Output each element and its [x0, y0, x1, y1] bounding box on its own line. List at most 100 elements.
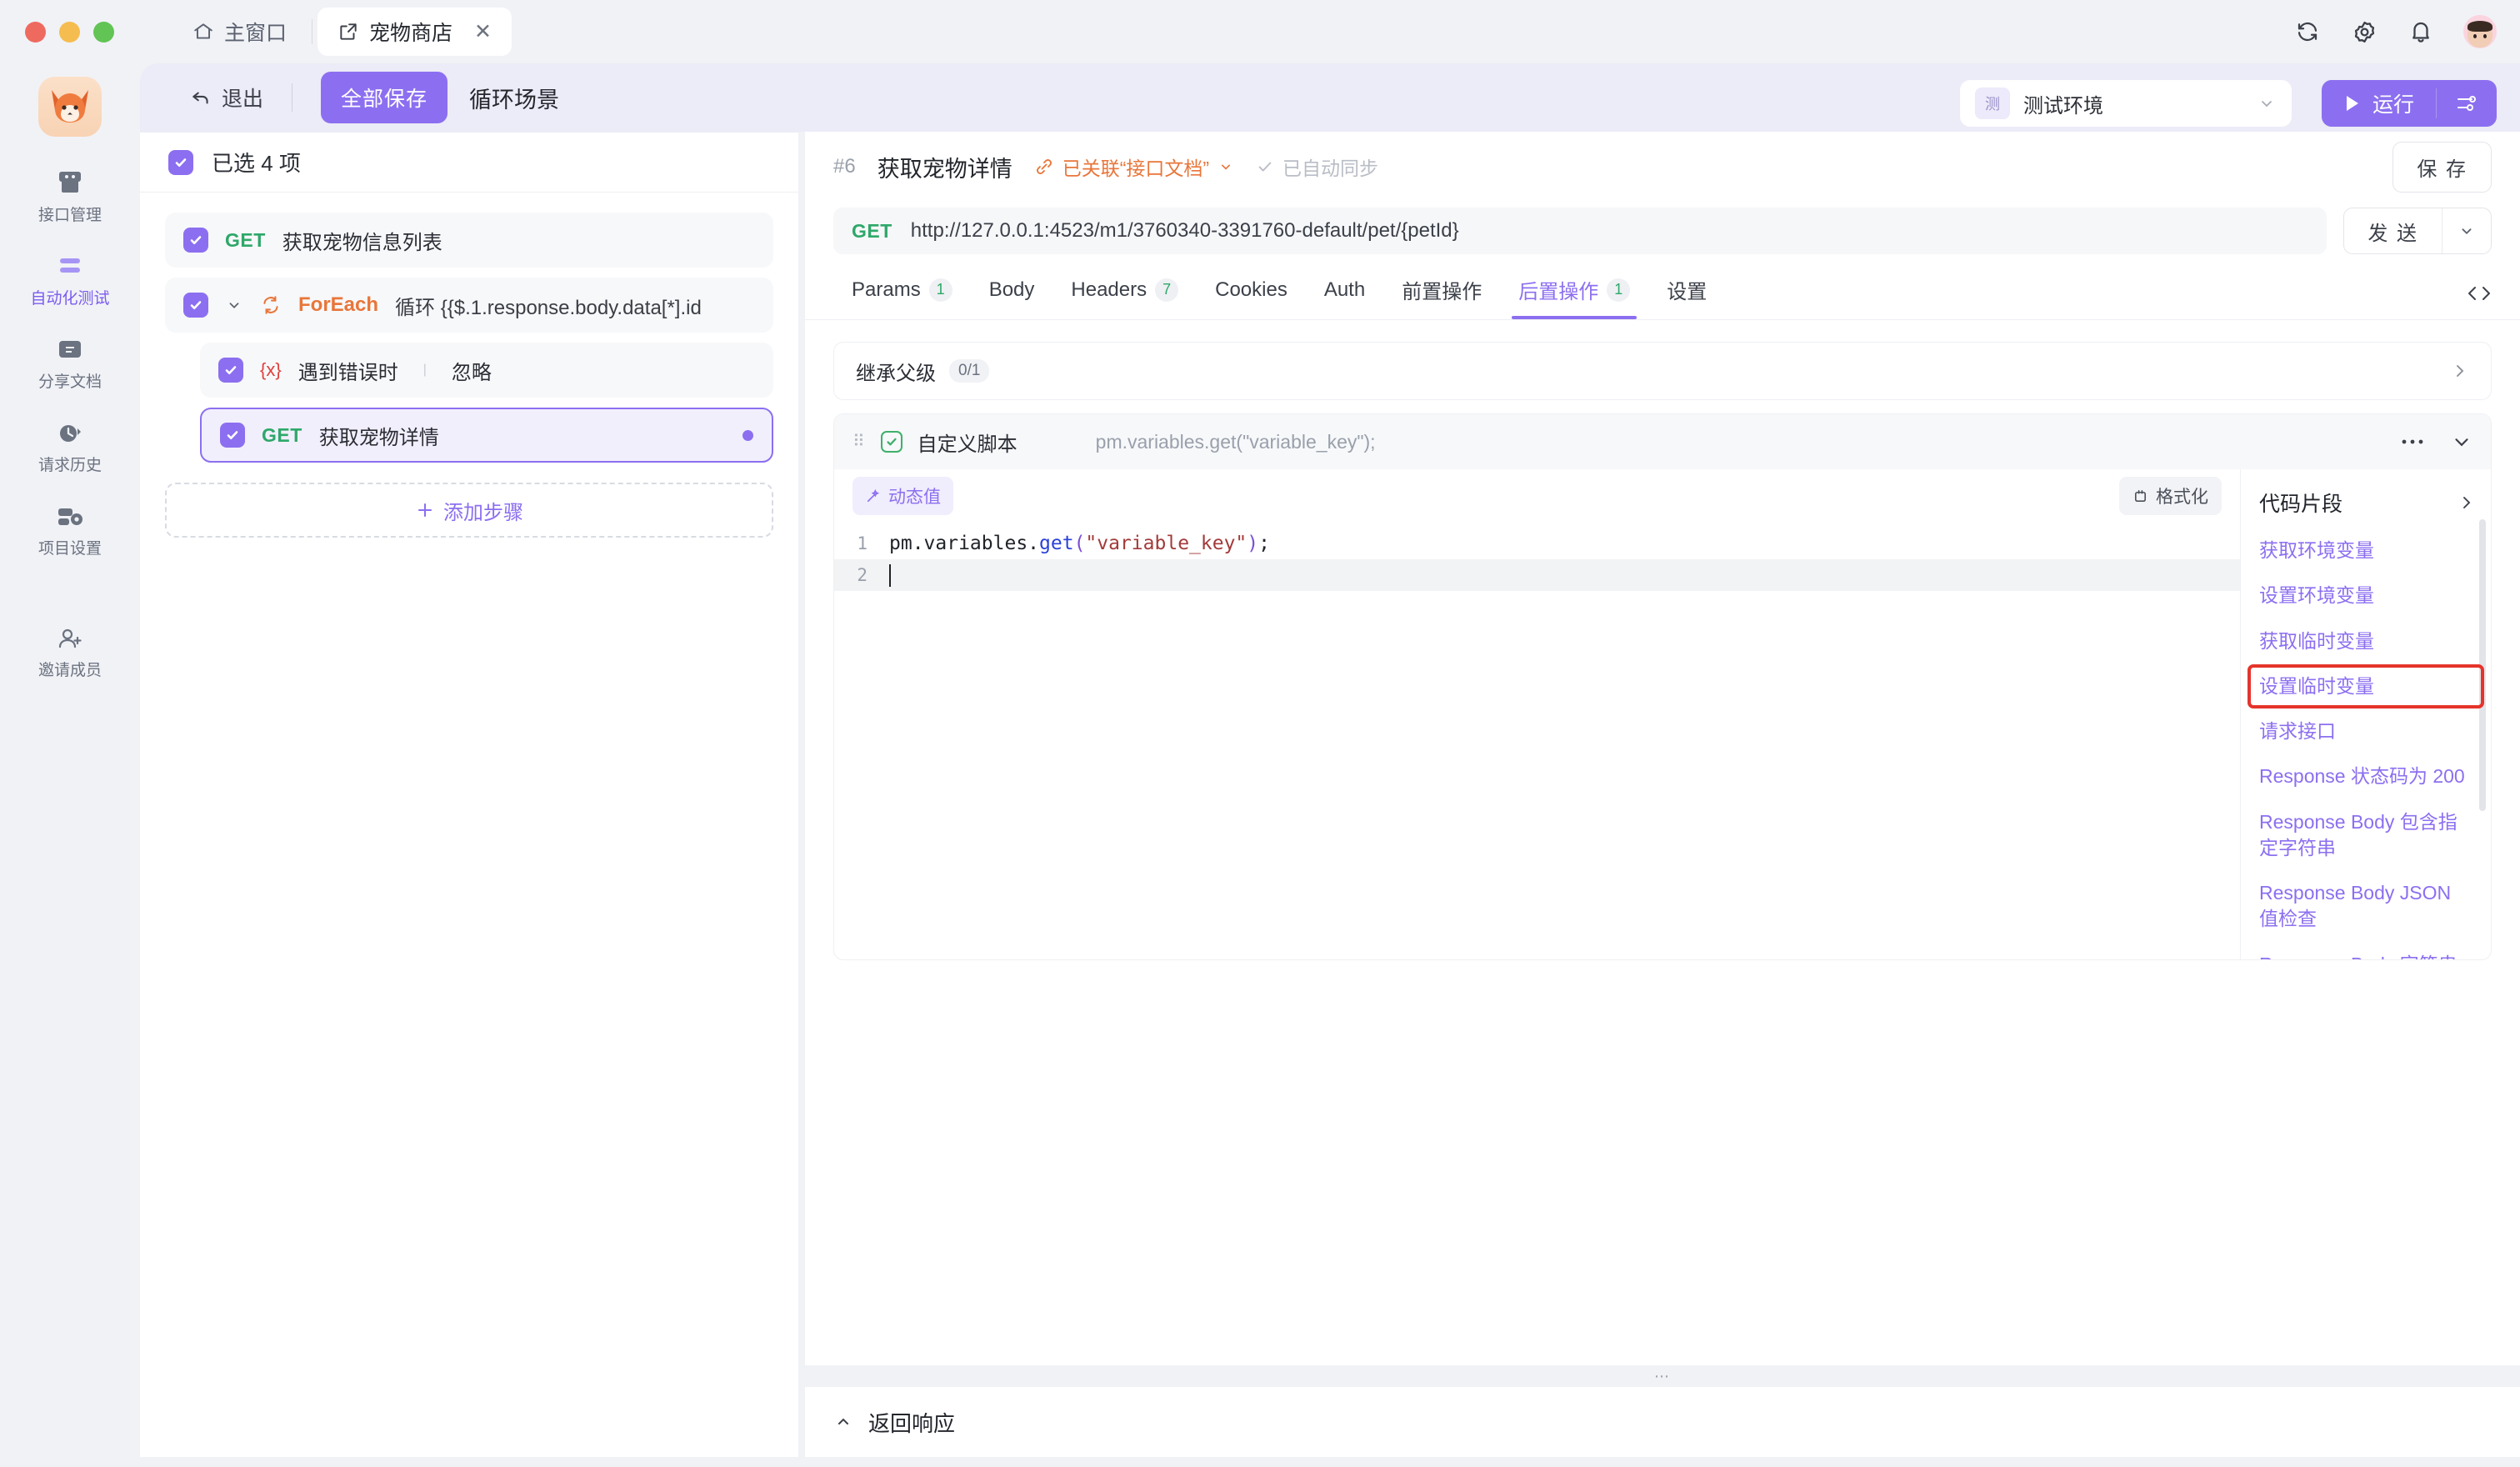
- text-cursor: [889, 564, 891, 587]
- step-checkbox[interactable]: [220, 423, 245, 448]
- save-all-button[interactable]: 全部保存: [321, 72, 448, 123]
- environment-badge: 测: [1975, 88, 2010, 119]
- window-controls[interactable]: [0, 22, 114, 43]
- sidebar-label-request-history: 请求历史: [38, 453, 102, 475]
- tab-post-operation[interactable]: 后置操作 1: [1500, 260, 1648, 319]
- run-button[interactable]: 运行: [2322, 88, 2436, 118]
- sidebar-item-project-settings[interactable]: 项目设置: [20, 505, 120, 558]
- code-lines[interactable]: 1 pm.variables.get("variable_key"); 2: [834, 523, 2240, 591]
- sidebar-label-share-doc: 分享文档: [38, 369, 102, 392]
- exit-label: 退出: [222, 83, 263, 113]
- tab-pre-operation[interactable]: 前置操作: [1383, 260, 1500, 319]
- chevron-down-icon[interactable]: [225, 296, 243, 314]
- close-icon[interactable]: ✕: [474, 22, 492, 43]
- snippet-status-200[interactable]: Response 状态码为 200: [2259, 764, 2472, 789]
- response-panel-header[interactable]: 返回响应: [805, 1387, 2520, 1457]
- run-config-button[interactable]: [2437, 93, 2497, 114]
- code-snippets-title: 代码片段: [2259, 488, 2342, 518]
- sidebar-item-share-doc[interactable]: 分享文档: [20, 338, 120, 392]
- tab-auth[interactable]: Auth: [1306, 260, 1383, 319]
- tab-headers-label: Headers: [1071, 278, 1147, 302]
- sidebar-item-api-management[interactable]: 接口管理: [20, 170, 120, 225]
- save-button[interactable]: 保 存: [2392, 142, 2492, 193]
- code-line-active: 2: [834, 559, 2240, 591]
- more-options-icon[interactable]: [2401, 438, 2424, 446]
- title-bar: 主窗口 宠物商店 ✕: [0, 0, 2520, 63]
- exit-button[interactable]: 退出: [190, 83, 263, 113]
- tab-cookies[interactable]: Cookies: [1197, 260, 1306, 319]
- drag-handle-icon[interactable]: ⠿: [852, 436, 866, 448]
- step-item-on-error[interactable]: {x} 遇到错误时 | 忽略: [200, 343, 773, 398]
- close-window-button[interactable]: [25, 22, 46, 43]
- tab-headers[interactable]: Headers 7: [1052, 260, 1197, 319]
- left-rail: 接口管理 自动化测试 分享文档 请求历史 项目设置: [0, 63, 140, 1467]
- tab-params-count: 1: [929, 278, 952, 302]
- steps-header: 已选 4 项: [140, 133, 798, 193]
- step-item-get-pet-detail[interactable]: GET 获取宠物详情: [200, 408, 773, 463]
- sidebar-item-automation-test[interactable]: 自动化测试: [20, 255, 120, 308]
- tab-params[interactable]: Params 1: [833, 260, 971, 319]
- code-view-icon[interactable]: [2467, 283, 2492, 304]
- step-item-get-pet-list[interactable]: GET 获取宠物信息列表: [165, 213, 773, 268]
- snippet-get-env-var[interactable]: 获取环境变量: [2259, 538, 2472, 563]
- response-panel-title: 返回响应: [868, 1407, 955, 1438]
- post-operation-content: 继承父级 0/1 ⠿ 自定义脚本 pm.variables.get("varia…: [805, 320, 2520, 1374]
- select-all-checkbox[interactable]: [168, 150, 193, 175]
- collapse-chevron-icon[interactable]: [2451, 431, 2472, 453]
- inherit-parent-row[interactable]: 继承父级 0/1: [833, 342, 2492, 400]
- request-title: 获取宠物详情: [878, 151, 1012, 183]
- chevron-right-icon[interactable]: [2456, 493, 2482, 513]
- sidebar-label-automation-test: 自动化测试: [30, 286, 109, 308]
- tab-settings[interactable]: 设置: [1648, 260, 1725, 319]
- tab-body[interactable]: Body: [971, 260, 1053, 319]
- tab-home[interactable]: 主窗口: [172, 8, 307, 56]
- snippet-set-temp-var[interactable]: 设置临时变量: [2251, 668, 2481, 705]
- sidebar-item-request-history[interactable]: 请求历史: [20, 422, 120, 475]
- avatar[interactable]: [2463, 15, 2497, 48]
- minimize-window-button[interactable]: [59, 22, 80, 43]
- tab-pet-store-label: 宠物商店: [369, 17, 452, 47]
- format-button[interactable]: 格式化: [2119, 477, 2222, 515]
- maximize-window-button[interactable]: [93, 22, 114, 43]
- snippet-body-contains-string[interactable]: Response Body 包含指定字符串: [2259, 809, 2472, 862]
- send-button[interactable]: 发 送: [2344, 217, 2442, 246]
- tab-settings-label: 设置: [1667, 275, 1707, 304]
- fox-logo[interactable]: [38, 77, 102, 137]
- snippet-request-api[interactable]: 请求接口: [2259, 718, 2472, 744]
- add-step-button[interactable]: 添加步骤: [165, 483, 773, 538]
- divider: |: [423, 363, 427, 378]
- gear-icon[interactable]: [2350, 18, 2378, 46]
- tab-headers-count: 7: [1155, 278, 1178, 302]
- bell-icon[interactable]: [2407, 18, 2435, 46]
- step-item-foreach-loop[interactable]: ForEach 循环 {{$.1.response.body.data[*].i…: [165, 278, 773, 333]
- url-input[interactable]: GET http://127.0.0.1:4523/m1/3760340-339…: [833, 208, 2327, 254]
- sidebar-item-invite-member[interactable]: 邀请成员: [20, 627, 120, 680]
- step-checkbox[interactable]: [183, 293, 208, 318]
- panel-resizer[interactable]: ⋯: [805, 1365, 2520, 1387]
- code-editor[interactable]: 动态值 格式化 1 pm.: [834, 469, 2241, 959]
- step-checkbox[interactable]: [183, 228, 208, 253]
- send-options-chevron-icon[interactable]: [2442, 222, 2491, 240]
- tab-pet-store[interactable]: 宠物商店 ✕: [318, 8, 512, 56]
- snippet-set-env-var[interactable]: 设置环境变量: [2259, 583, 2472, 608]
- script-enabled-checkbox[interactable]: [881, 431, 902, 453]
- url-row: GET http://127.0.0.1:4523/m1/3760340-339…: [805, 202, 2520, 260]
- chevron-right-icon[interactable]: [2449, 361, 2469, 381]
- code-snippets-header[interactable]: 代码片段: [2241, 469, 2491, 529]
- chevron-up-icon[interactable]: [833, 1412, 853, 1432]
- snippet-body-json-check[interactable]: Response Body JSON 值检查: [2259, 880, 2472, 933]
- refresh-icon[interactable]: [2293, 18, 2322, 46]
- step-checkbox[interactable]: [218, 358, 243, 383]
- share-doc-icon: [56, 338, 84, 362]
- home-icon: [192, 21, 214, 43]
- linked-doc-button[interactable]: 已关联“接口文档”: [1034, 153, 1234, 181]
- loop-icon: [260, 294, 282, 316]
- snippet-body-string-check[interactable]: Response Body 字符串检查: [2259, 952, 2472, 960]
- linked-doc-label: 已关联“接口文档”: [1062, 153, 1209, 181]
- script-editor-wrap: 动态值 格式化 1 pm.: [834, 469, 2491, 959]
- snippets-scrollbar[interactable]: [2479, 519, 2486, 811]
- snippet-get-temp-var[interactable]: 获取临时变量: [2259, 628, 2472, 654]
- step-name: 获取宠物信息列表: [282, 226, 442, 255]
- environment-select[interactable]: 测 测试环境: [1960, 80, 2292, 127]
- dynamic-value-button[interactable]: 动态值: [852, 477, 953, 515]
